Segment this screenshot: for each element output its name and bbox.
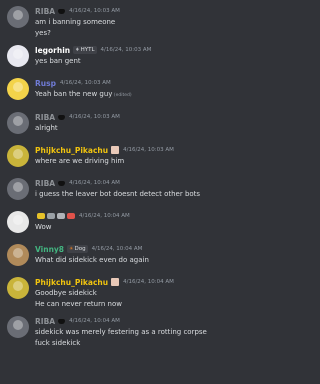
message[interactable]: RIBA 4/16/24, 10:03 AM alright [0, 111, 243, 134]
username[interactable]: Rusp [35, 79, 56, 88]
timestamp: 4/16/24, 10:04 AM [123, 279, 174, 285]
avatar[interactable] [7, 45, 29, 67]
message-text: yes ban gent [35, 57, 81, 65]
timestamp: 4/16/24, 10:03 AM [59, 80, 111, 86]
username[interactable]: RIBA [35, 179, 55, 188]
avatar[interactable] [7, 178, 29, 200]
message-body: Phijkchu_Pikachu 4/16/24, 10:04 AM Goodbye… [35, 276, 239, 310]
message-header: Phijkchu_Pikachu 4/16/24, 10:03 AM [35, 144, 239, 156]
emoji-icon [37, 213, 45, 219]
avatar[interactable] [7, 316, 29, 338]
black-cat-icon [58, 180, 66, 186]
message[interactable]: Rusp 4/16/24, 10:03 AM Yeah ban the new gu… [0, 77, 243, 101]
emoji-icon [57, 213, 65, 219]
timestamp: 4/16/24, 10:04 AM [79, 213, 130, 219]
avatar[interactable] [7, 211, 29, 233]
server-tag-label: HYTL [80, 47, 95, 53]
message-text: where are we driving him [35, 157, 125, 165]
timestamp: 4/16/24, 10:03 AM [123, 147, 174, 153]
timestamp: 4/16/24, 10:03 AM [69, 8, 120, 14]
server-tag-label: Dog [74, 246, 86, 252]
message[interactable]: RIBA 4/16/24, 10:04 AM i guess the leaver … [0, 177, 243, 200]
message-header: Vinny8 ☀ Dog 4/16/24, 10:04 AM [35, 243, 239, 255]
diamond-icon: ♦ [75, 47, 80, 53]
message[interactable]: RIBA 4/16/24, 10:03 AM am i banning someon… [0, 5, 243, 39]
message-header: RIBA 4/16/24, 10:03 AM [35, 5, 239, 17]
message-text: Wow [35, 223, 52, 231]
avatar[interactable] [7, 277, 29, 299]
message-header: 4/16/24, 10:04 AM [35, 210, 239, 222]
server-tag[interactable]: ☀ Dog [67, 245, 88, 253]
timestamp: 4/16/24, 10:04 AM [69, 318, 120, 324]
timestamp: 4/16/24, 10:04 AM [69, 180, 120, 186]
username[interactable]: RIBA [35, 7, 55, 16]
message-text: am i banning someone [35, 18, 116, 26]
server-tag[interactable]: ♦ HYTL [73, 46, 97, 54]
message[interactable]: 4/16/24, 10:04 AM Wow [0, 210, 243, 233]
timestamp: 4/16/24, 10:03 AM [100, 47, 152, 53]
message-body: legorhin ♦ HYTL 4/16/24, 10:03 AM yes ban ge… [35, 44, 239, 67]
avatar[interactable] [7, 112, 29, 134]
message-body: RIBA 4/16/24, 10:03 AM am i banning someon… [35, 5, 239, 39]
message[interactable]: Phijkchu_Pikachu 4/16/24, 10:03 AM where a… [0, 144, 243, 167]
timestamp: 4/16/24, 10:03 AM [69, 114, 120, 120]
message[interactable]: Phijkchu_Pikachu 4/16/24, 10:04 AM Goodbye… [0, 276, 243, 310]
emoji-icon [67, 213, 75, 219]
message-text: alright [35, 124, 58, 132]
emoji-username[interactable] [35, 213, 75, 219]
message-text: What did sidekick even do again [35, 256, 149, 264]
message-body: Phijkchu_Pikachu 4/16/24, 10:03 AM where a… [35, 144, 239, 167]
message[interactable]: RIBA 4/16/24, 10:04 AM sidekick was merely… [0, 315, 243, 349]
message-body: Rusp 4/16/24, 10:03 AM Yeah ban the new gu… [35, 77, 239, 101]
timestamp: 4/16/24, 10:04 AM [91, 246, 143, 252]
username[interactable]: Phijkchu_Pikachu [35, 146, 108, 155]
message-body: Vinny8 ☀ Dog 4/16/24, 10:04 AM What did side… [35, 243, 239, 266]
message-text: Yeah ban the new guy (edited) [35, 90, 132, 98]
message-body: RIBA 4/16/24, 10:04 AM i guess the leaver … [35, 177, 239, 200]
message-body: RIBA 4/16/24, 10:04 AM sidekick was merely… [35, 315, 239, 349]
message-header: RIBA 4/16/24, 10:03 AM [35, 111, 239, 123]
avatar[interactable] [7, 6, 29, 28]
black-cat-icon [58, 114, 66, 120]
emoji-icon [47, 213, 55, 219]
message-text: sidekick was merely festering as a rotti… [35, 328, 207, 336]
message-text: He can never return now [35, 300, 122, 308]
message-text: Goodbye sidekick [35, 289, 97, 297]
sticker-badge-icon [111, 278, 120, 286]
message-text: fuck sidekick [35, 339, 81, 347]
avatar[interactable] [7, 244, 29, 266]
sticker-badge-icon [111, 146, 120, 154]
username[interactable]: Phijkchu_Pikachu [35, 278, 108, 287]
black-cat-icon [58, 8, 66, 14]
message-body: RIBA 4/16/24, 10:03 AM alright [35, 111, 239, 134]
avatar[interactable] [7, 145, 29, 167]
avatar[interactable] [7, 78, 29, 100]
username[interactable]: RIBA [35, 113, 55, 122]
message-header: RIBA 4/16/24, 10:04 AM [35, 177, 239, 189]
message-header: Phijkchu_Pikachu 4/16/24, 10:04 AM [35, 276, 239, 288]
message-text: yes? [35, 29, 51, 37]
message-header: legorhin ♦ HYTL 4/16/24, 10:03 AM [35, 44, 239, 56]
message[interactable]: Vinny8 ☀ Dog 4/16/24, 10:04 AM What did side… [0, 243, 243, 266]
paw-icon: ☀ [69, 246, 74, 252]
message-list: RIBA 4/16/24, 10:03 AM am i banning someon… [0, 0, 243, 384]
username[interactable]: Vinny8 [35, 245, 64, 254]
message-text: i guess the leaver bot doesnt detect oth… [35, 190, 201, 198]
message[interactable]: legorhin ♦ HYTL 4/16/24, 10:03 AM yes ban ge… [0, 44, 243, 67]
message-header: Rusp 4/16/24, 10:03 AM [35, 77, 239, 89]
black-cat-icon [58, 318, 66, 324]
edited-label: (edited) [112, 93, 132, 98]
message-body: 4/16/24, 10:04 AM Wow [35, 210, 239, 233]
message-header: RIBA 4/16/24, 10:04 AM [35, 315, 239, 327]
username[interactable]: RIBA [35, 317, 55, 326]
username[interactable]: legorhin [35, 46, 70, 55]
